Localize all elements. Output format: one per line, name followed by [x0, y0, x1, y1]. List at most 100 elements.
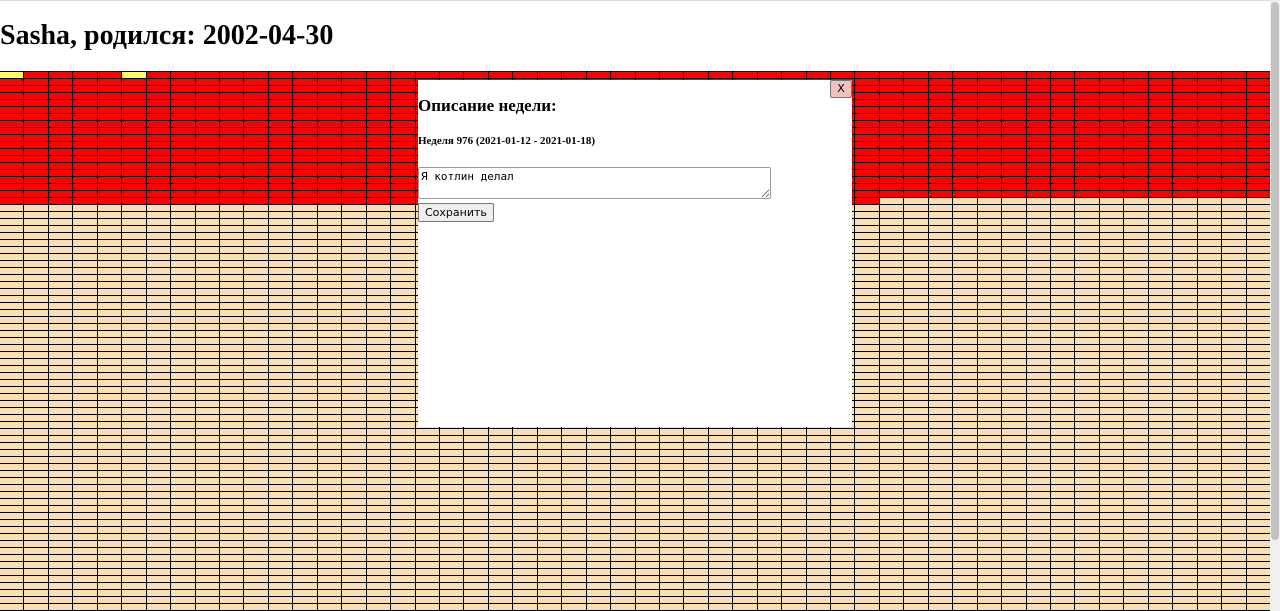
week-cell[interactable] — [439, 499, 464, 505]
week-cell[interactable] — [1124, 597, 1148, 603]
week-cell[interactable] — [1222, 422, 1246, 428]
week-cell[interactable] — [1099, 471, 1124, 477]
week-cell[interactable] — [904, 450, 928, 456]
week-cell[interactable] — [659, 429, 684, 435]
week-cell[interactable] — [1026, 373, 1051, 379]
week-cell[interactable] — [1197, 380, 1222, 386]
week-cell[interactable] — [1026, 170, 1051, 176]
week-cell[interactable] — [1099, 562, 1124, 568]
week-cell[interactable] — [219, 240, 244, 246]
week-cell[interactable] — [219, 324, 244, 330]
week-cell[interactable] — [1197, 597, 1222, 603]
week-cell[interactable] — [171, 233, 195, 239]
week-cell[interactable] — [146, 401, 171, 407]
week-cell[interactable] — [659, 597, 684, 603]
week-cell[interactable] — [0, 100, 24, 106]
week-cell[interactable] — [635, 555, 659, 561]
week-cell[interactable] — [928, 296, 953, 302]
week-cell[interactable] — [1026, 254, 1051, 260]
week-cell[interactable] — [415, 604, 439, 610]
week-cell[interactable] — [1148, 72, 1173, 78]
week-cell[interactable] — [146, 163, 171, 169]
week-cell[interactable] — [268, 177, 293, 183]
close-modal-button[interactable]: X — [830, 80, 852, 98]
week-cell[interactable] — [611, 604, 635, 610]
week-cell[interactable] — [244, 555, 268, 561]
week-cell[interactable] — [73, 198, 97, 204]
week-cell[interactable] — [757, 464, 782, 470]
week-cell[interactable] — [268, 359, 293, 365]
week-cell[interactable] — [293, 282, 317, 288]
week-cell[interactable] — [171, 86, 195, 92]
week-cell[interactable] — [806, 576, 831, 582]
week-cell[interactable] — [97, 429, 122, 435]
week-cell[interactable] — [1173, 555, 1197, 561]
week-cell[interactable] — [195, 331, 219, 337]
week-cell[interactable] — [879, 541, 904, 547]
week-cell[interactable] — [195, 415, 219, 421]
week-cell[interactable] — [611, 583, 635, 589]
week-cell[interactable] — [1148, 401, 1173, 407]
week-cell[interactable] — [219, 86, 244, 92]
week-cell[interactable] — [1222, 394, 1246, 400]
week-cell[interactable] — [1051, 590, 1075, 596]
week-cell[interactable] — [659, 548, 684, 554]
week-cell[interactable] — [806, 604, 831, 610]
week-cell[interactable] — [1148, 555, 1173, 561]
week-cell[interactable] — [977, 366, 1002, 372]
week-cell[interactable] — [757, 534, 782, 540]
week-cell[interactable] — [855, 135, 879, 141]
week-cell[interactable] — [48, 289, 73, 295]
week-cell[interactable] — [1051, 387, 1075, 393]
week-cell[interactable] — [73, 401, 97, 407]
week-cell[interactable] — [1246, 562, 1270, 568]
week-cell[interactable] — [97, 275, 122, 281]
week-cell[interactable] — [268, 541, 293, 547]
week-cell[interactable] — [293, 338, 317, 344]
week-cell[interactable] — [1148, 485, 1173, 491]
week-cell[interactable] — [1197, 191, 1222, 197]
week-cell[interactable] — [562, 562, 586, 568]
week-cell[interactable] — [1173, 443, 1197, 449]
week-cell[interactable] — [342, 72, 366, 78]
week-cell[interactable] — [391, 366, 415, 372]
week-cell[interactable] — [97, 282, 122, 288]
week-cell[interactable] — [195, 79, 219, 85]
week-cell[interactable] — [293, 457, 317, 463]
week-cell[interactable] — [171, 534, 195, 540]
week-cell[interactable] — [1099, 394, 1124, 400]
week-cell[interactable] — [1051, 345, 1075, 351]
week-cell[interactable] — [806, 541, 831, 547]
week-cell[interactable] — [1099, 422, 1124, 428]
week-cell[interactable] — [97, 254, 122, 260]
week-cell[interactable] — [73, 506, 97, 512]
week-cell[interactable] — [488, 464, 513, 470]
week-cell[interactable] — [415, 492, 439, 498]
week-cell[interactable] — [366, 401, 391, 407]
week-cell[interactable] — [977, 345, 1002, 351]
week-cell[interactable] — [464, 436, 488, 442]
week-cell[interactable] — [1197, 436, 1222, 442]
week-cell[interactable] — [635, 527, 659, 533]
week-cell[interactable] — [268, 93, 293, 99]
week-cell[interactable] — [928, 114, 953, 120]
week-cell[interactable] — [928, 163, 953, 169]
week-cell[interactable] — [122, 219, 146, 225]
week-cell[interactable] — [1173, 590, 1197, 596]
week-cell[interactable] — [0, 590, 24, 596]
week-cell[interactable] — [97, 415, 122, 421]
week-cell[interactable] — [1002, 450, 1026, 456]
week-cell[interactable] — [366, 170, 391, 176]
week-cell[interactable] — [122, 240, 146, 246]
week-cell[interactable] — [928, 380, 953, 386]
week-cell[interactable] — [1026, 156, 1051, 162]
week-cell[interactable] — [219, 268, 244, 274]
week-cell[interactable] — [24, 240, 48, 246]
week-cell[interactable] — [317, 499, 342, 505]
week-cell[interactable] — [1197, 184, 1222, 190]
week-cell[interactable] — [317, 128, 342, 134]
week-cell[interactable] — [1075, 275, 1099, 281]
week-cell[interactable] — [171, 156, 195, 162]
week-cell[interactable] — [97, 338, 122, 344]
week-cell[interactable] — [1222, 513, 1246, 519]
